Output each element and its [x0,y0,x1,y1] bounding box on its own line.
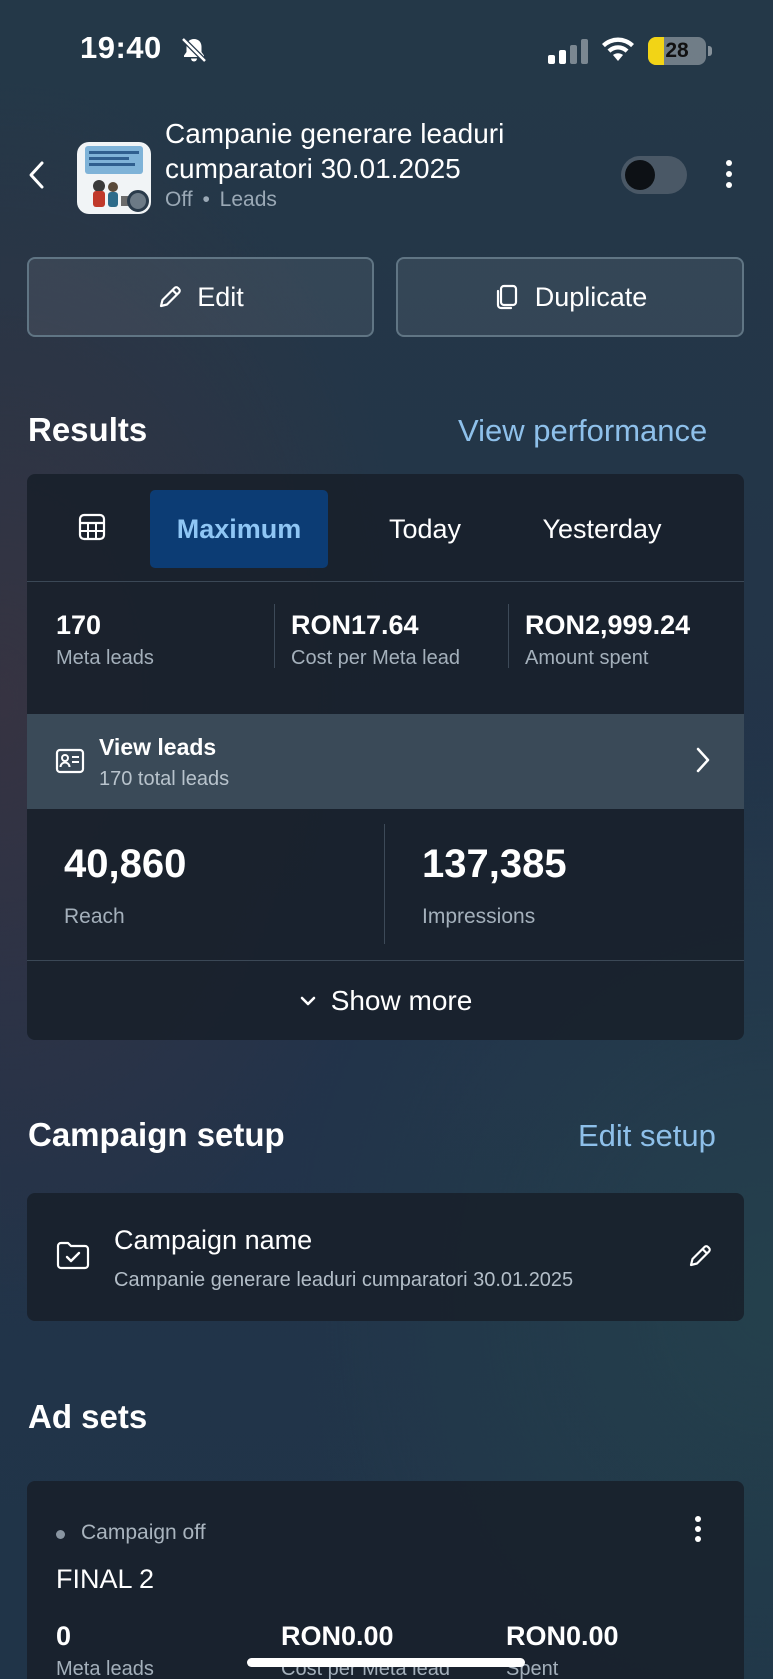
impressions-value: 137,385 [422,842,567,886]
results-title: Results [28,411,148,448]
bell-muted-icon [181,37,207,63]
ad-set-metric-leads: 0 Meta leads [56,1621,154,1679]
date-range-tabs: Maximum Today Yesterday [27,474,744,582]
campaign-objective: Leads [219,188,277,211]
reach-label: Reach [64,905,125,928]
metric-label: Cost per Meta lead [291,647,460,669]
metric-value: RON2,999.24 [525,610,691,640]
tab-today[interactable]: Today [350,490,500,568]
status-dot [127,190,149,212]
view-leads-subtitle: 170 total leads [99,768,230,790]
back-chevron-icon[interactable] [26,160,48,190]
lead-card-icon [55,748,85,774]
metric-value: 0 [56,1621,72,1651]
ad-sets-title: Ad sets [28,1398,148,1435]
reach-metric: 40,860 Reach [64,842,186,929]
impressions-label: Impressions [422,905,536,928]
battery-icon: 28 [648,37,706,65]
divider [508,604,509,668]
metric-value: RON0.00 [506,1621,619,1651]
cellular-signal-icon [548,38,590,64]
tab-maximum[interactable]: Maximum [150,490,328,568]
more-options-icon[interactable] [726,160,732,193]
divider [384,824,385,944]
campaign-name-value: Campanie generare leaduri cumparatori 30… [114,1269,574,1291]
wifi-icon [602,37,634,61]
metric-amount-spent: RON2,999.24 Amount spent [525,610,690,670]
duplicate-label: Duplicate [534,281,648,312]
ad-set-status: Campaign off [81,1521,206,1544]
ad-set-metric-spent: RON0.00 Spent [506,1621,619,1679]
campaign-setup-title: Campaign setup [28,1116,285,1153]
view-leads-row[interactable]: View leads 170 total leads [27,714,744,809]
ad-set-more-icon[interactable] [695,1516,701,1542]
ad-set-name: FINAL 2 [56,1564,155,1594]
campaign-title: Campanie generare leaduri cumparatori 30… [165,118,505,184]
battery-level: 28 [665,39,689,62]
tab-yesterday[interactable]: Yesterday [517,490,687,568]
metric-cost-per-lead: RON17.64 Cost per Meta lead [291,610,460,670]
campaign-name-label: Campaign name [114,1225,313,1255]
results-card: Maximum Today Yesterday 170 Meta leads R… [27,474,744,1040]
folder-check-icon [56,1241,90,1270]
pencil-icon [160,286,182,308]
ad-set-metric-cost: RON0.00 Cost per Meta lead [281,1621,450,1679]
status-dot [56,1530,65,1539]
chevron-down-icon [300,996,315,1005]
metric-label: Meta leads [56,647,154,669]
campaign-thumbnail [77,142,151,214]
pencil-icon[interactable] [687,1243,713,1269]
battery-tip [708,46,712,56]
view-leads-title: View leads [99,734,217,760]
show-more-button[interactable]: Show more [27,960,744,1040]
chevron-right-icon [696,747,710,773]
subtitle-separator: • [202,188,210,211]
campaign-status: Off [165,188,193,211]
home-indicator[interactable] [247,1658,525,1667]
impressions-metric: 137,385 Impressions [422,842,567,929]
reach-value: 40,860 [64,842,187,886]
show-more-label: Show more [330,984,473,1016]
status-time: 19:40 [80,30,162,65]
edit-label: Edit [197,281,244,312]
edit-button[interactable]: Edit [27,257,374,337]
metric-meta-leads: 170 Meta leads [56,610,154,670]
view-performance-link[interactable]: View performance [458,413,707,449]
metric-label: Meta leads [56,1658,154,1679]
campaign-subtitle: Off • Leads [165,188,277,212]
edit-setup-link[interactable]: Edit setup [578,1118,716,1154]
divider [274,604,275,668]
ad-set-card[interactable]: Campaign off FINAL 2 0 Meta leads RON0.0… [27,1481,744,1679]
campaign-name-card[interactable]: Campaign name Campanie generare leaduri … [27,1193,744,1321]
metric-value: RON0.00 [281,1621,394,1651]
campaign-toggle[interactable] [621,156,687,194]
calendar-table-icon[interactable] [77,512,107,542]
metric-label: Amount spent [525,647,649,669]
metric-value: RON17.64 [291,610,419,640]
duplicate-button[interactable]: Duplicate [396,257,744,337]
duplicate-icon [496,284,517,310]
metric-value: 170 [56,610,102,640]
